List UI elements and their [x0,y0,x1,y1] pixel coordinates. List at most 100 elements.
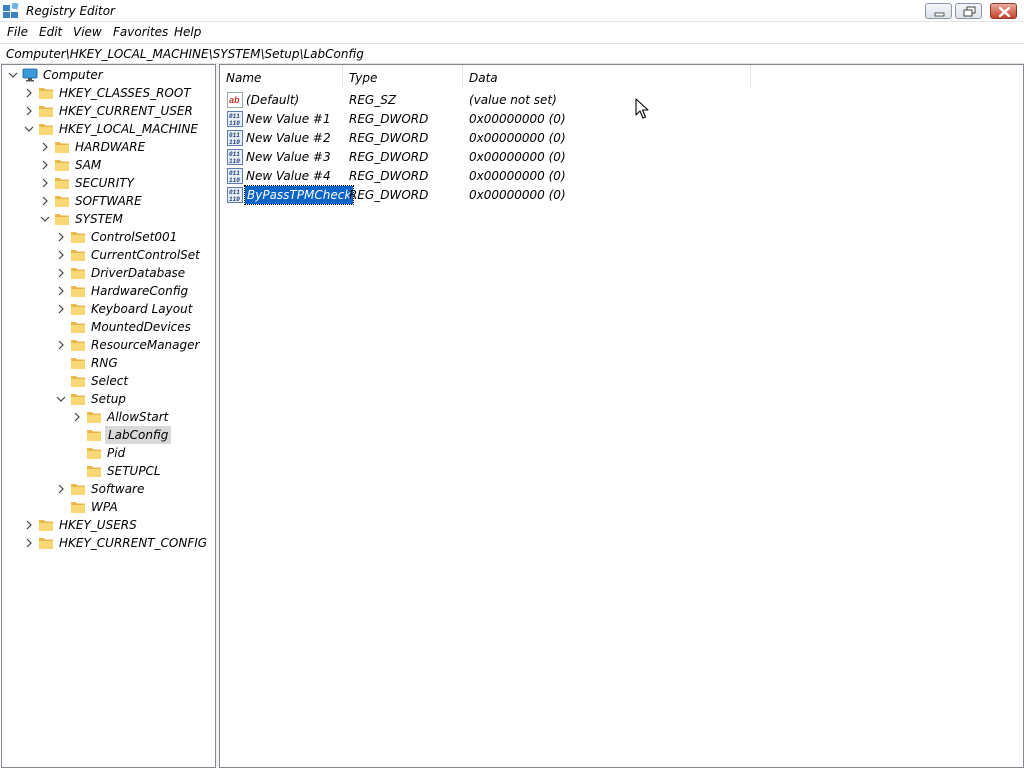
tree-item-label: Keyboard Layout [91,302,193,316]
value-row[interactable]: 011 110 New Value #3 REG_DWORD 0x00000000 (0… [220,148,1020,167]
tree-item[interactable]: HKEY_CLASSES_ROOT [2,84,215,102]
tree-item[interactable]: HardwareConfig [2,282,215,300]
tree-item[interactable]: AllowStart [2,408,215,426]
folder-icon [71,502,85,513]
tree-item[interactable]: RNG [2,354,215,372]
tree-item[interactable]: Pid [2,444,215,462]
chevron-down-icon[interactable] [24,124,34,134]
tree-item[interactable]: HKEY_USERS [2,516,215,534]
column-header-type-label: Type [349,71,378,85]
tree-item[interactable]: Computer [2,66,215,84]
value-data: (value not set) [469,93,557,107]
tree-item[interactable]: ControlSet001 [2,228,215,246]
svg-text:110: 110 [229,177,240,184]
chevron-right-icon[interactable] [40,178,50,188]
menu-help[interactable]: Help [174,25,201,39]
chevron-right-icon[interactable] [56,304,66,314]
close-button[interactable] [990,3,1017,19]
value-type: REG_DWORD [349,112,429,126]
tree-item[interactable]: DriverDatabase [2,264,215,282]
chevron-right-icon[interactable] [56,484,66,494]
chevron-right-icon[interactable] [56,268,66,278]
mouse-cursor-icon [635,98,649,119]
value-name-edit-field[interactable]: ByPassTPMCheck [243,185,355,205]
svg-text:011: 011 [229,170,240,177]
tree-item[interactable]: LabConfig [2,426,215,444]
tree-item[interactable]: SAM [2,156,215,174]
address-path[interactable]: Computer\HKEY_LOCAL_MACHINE\SYSTEM\Setup… [6,47,364,61]
tree-item[interactable]: SECURITY [2,174,215,192]
chevron-right-icon[interactable] [24,538,34,548]
chevron-right-icon[interactable] [40,160,50,170]
restore-button[interactable] [955,3,982,19]
folder-icon [39,106,53,117]
value-data: 0x00000000 (0) [469,150,566,164]
tree-item-label: HKEY_CLASSES_ROOT [59,86,191,100]
chevron-right-icon[interactable] [24,88,34,98]
tree-item-label: Select [91,374,129,388]
tree-item[interactable]: Setup [2,390,215,408]
tree-item[interactable]: SOFTWARE [2,192,215,210]
chevron-right-icon[interactable] [72,412,82,422]
window-title: Registry Editor [26,4,115,18]
svg-text:011: 011 [229,189,240,196]
menu-file[interactable]: File [7,25,28,39]
chevron-right-icon[interactable] [24,106,34,116]
svg-text:011: 011 [229,113,240,120]
column-header-name[interactable]: Name [220,65,343,89]
tree-item[interactable]: CurrentControlSet [2,246,215,264]
chevron-right-icon[interactable] [56,340,66,350]
chevron-down-icon[interactable] [40,214,50,224]
chevron-right-icon[interactable] [24,520,34,530]
close-icon [998,6,1011,18]
column-header-data[interactable]: Data [463,65,751,89]
tree-item[interactable]: HKEY_CURRENT_USER [2,102,215,120]
value-name: New Value #3 [246,150,331,164]
menu-edit[interactable]: Edit [39,25,62,39]
address-bar[interactable]: Computer\HKEY_LOCAL_MACHINE\SYSTEM\Setup… [0,43,1024,64]
chevron-right-icon[interactable] [56,286,66,296]
chevron-right-icon[interactable] [40,196,50,206]
chevron-down-icon[interactable] [56,394,66,404]
svg-text:110: 110 [229,139,240,146]
tree-item[interactable]: ResourceManager [2,336,215,354]
value-row[interactable]: 011 110 New Value #4 REG_DWORD 0x00000000 (0… [220,167,1020,186]
value-row[interactable]: 011 110 New Value #1 REG_DWORD 0x00000000 (0… [220,110,1020,129]
tree-item-label: HARDWARE [75,140,146,154]
value-row[interactable]: 011 110 New Value #2 REG_DWORD 0x00000000 (0… [220,129,1020,148]
tree-item[interactable]: Select [2,372,215,390]
menu-bar: File Edit View Favorites Help [0,22,1024,43]
folder-icon [55,196,69,207]
tree-item[interactable]: WPA [2,498,215,516]
value-list[interactable]: Name Type Data ab (Default) REG_SZ (value n… [219,64,1024,768]
tree-item[interactable]: HARDWARE [2,138,215,156]
tree-item[interactable]: SETUPCL [2,462,215,480]
value-data: 0x00000000 (0) [469,112,566,126]
chevron-down-icon[interactable] [8,70,18,80]
menu-view[interactable]: View [73,25,102,39]
tree-item-label: SETUPCL [107,464,161,478]
folder-icon [71,250,85,261]
folder-icon [39,520,53,531]
value-name: New Value #1 [246,112,331,126]
minimize-icon [934,12,945,17]
tree-item[interactable]: MountedDevices [2,318,215,336]
value-row[interactable]: ab (Default) REG_SZ (value not set) [220,91,1020,110]
menu-favorites[interactable]: Favorites [113,25,168,39]
minimize-button[interactable] [925,3,952,19]
column-header-name-label: Name [226,71,262,85]
key-tree[interactable]: Computer HKEY_CLASSES_ROOT HKEY_CURRENT_US… [1,64,216,768]
tree-item[interactable]: SYSTEM [2,210,215,228]
value-row[interactable]: 011 110 ByPassTPMCheck REG_DWORD 0x00000000 … [220,185,1020,205]
chevron-right-icon[interactable] [56,232,66,242]
chevron-right-icon[interactable] [40,142,50,152]
tree-item[interactable]: HKEY_CURRENT_CONFIG [2,534,215,552]
chevron-right-icon[interactable] [56,250,66,260]
tree-item[interactable]: Keyboard Layout [2,300,215,318]
column-header-type[interactable]: Type [343,65,463,89]
binary-value-icon: 011 110 [227,111,243,127]
tree-item[interactable]: HKEY_LOCAL_MACHINE [2,120,215,138]
folder-icon [39,88,53,99]
tree-item[interactable]: Software [2,480,215,498]
tree-item-label: SOFTWARE [75,194,142,208]
